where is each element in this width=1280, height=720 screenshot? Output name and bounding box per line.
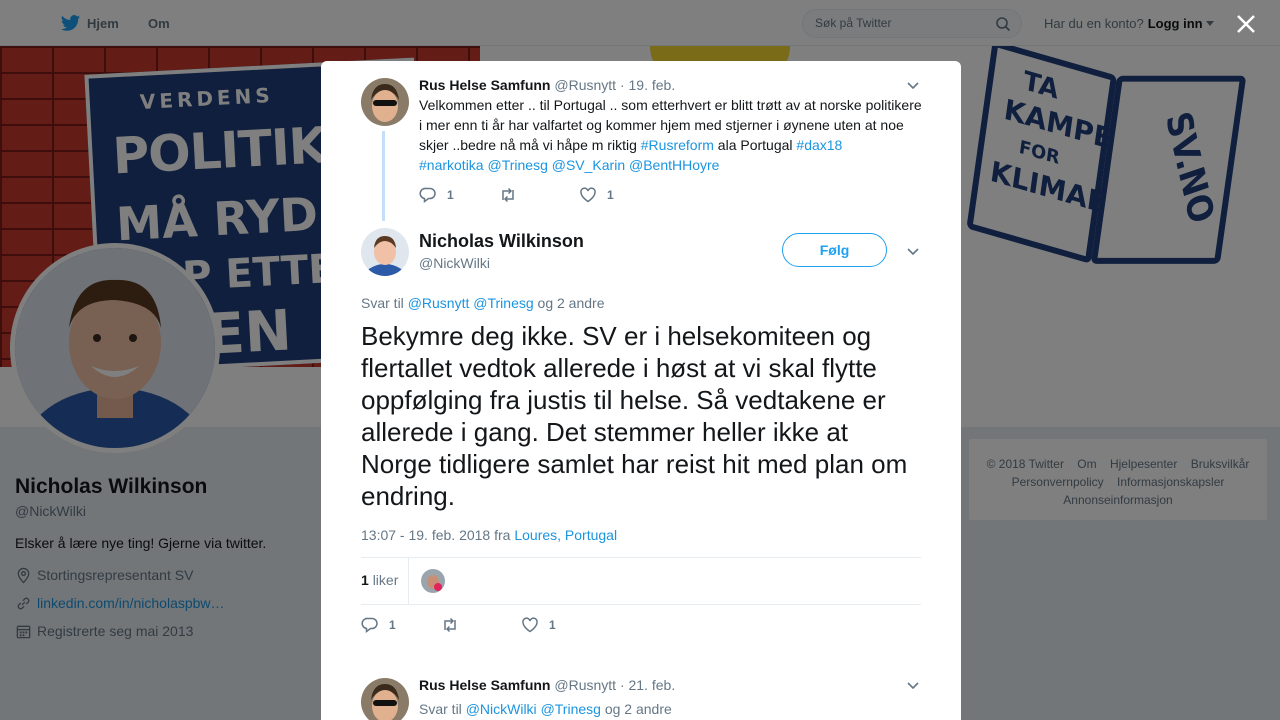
close-icon[interactable]	[1230, 8, 1262, 40]
mention-link[interactable]: @NickWilki	[466, 701, 537, 717]
parent-tweet-date[interactable]: 19. feb.	[629, 77, 676, 93]
hashtag-link[interactable]: #Rusreform	[641, 137, 714, 153]
retweet-button[interactable]	[441, 616, 521, 634]
tweet-stats: 1 liker	[361, 557, 921, 605]
avatar-image	[361, 678, 409, 720]
reply-count: 1	[389, 618, 396, 632]
separator-dot: ·	[619, 77, 625, 93]
reply-prefix: Svar til	[419, 701, 462, 717]
likes-stat[interactable]: 1 liker	[361, 572, 398, 588]
reply-tweet-handle[interactable]: @Rusnytt	[554, 677, 616, 693]
likes-number: 1	[361, 572, 369, 588]
like-button[interactable]: 1	[579, 186, 659, 204]
chevron-down-icon[interactable]	[905, 77, 921, 93]
avatar-image	[361, 228, 409, 276]
reply-button[interactable]: 1	[361, 616, 441, 634]
heart-icon	[580, 187, 596, 203]
retweet-icon	[502, 187, 514, 203]
tweet-permalink-modal: Rus Helse Samfunn @Rusnytt · 19. feb. Ve…	[321, 61, 961, 720]
mention-link[interactable]: @Trinesg	[473, 295, 533, 311]
like-count: 1	[549, 618, 556, 632]
parent-tweet-text: Velkommen etter .. til Portugal .. som e…	[419, 95, 923, 175]
parent-tweet-header: Rus Helse Samfunn @Rusnytt · 19. feb.	[419, 77, 675, 93]
likes-label: liker	[372, 572, 399, 588]
main-tweet-author[interactable]: Nicholas Wilkinson	[419, 231, 584, 252]
tweet-metadata: 13:07 - 19. feb. 2018 fra Loures, Portug…	[361, 527, 617, 543]
reply-tweet-context: Svar til @NickWilki @Trinesg og 2 andre	[419, 701, 672, 717]
thread-connector	[382, 131, 385, 221]
mention-link[interactable]: @Rusnytt	[408, 295, 470, 311]
reply-context: Svar til @Rusnytt @Trinesg og 2 andre	[361, 295, 604, 311]
reply-tweet-header: Rus Helse Samfunn @Rusnytt · 21. feb.	[419, 677, 675, 693]
reply-icon	[419, 187, 436, 203]
like-count: 1	[607, 188, 614, 202]
reply-button[interactable]: 1	[419, 186, 499, 204]
tweet-location-link[interactable]: Loures, Portugal	[514, 527, 617, 543]
parent-tweet-body-mid: ala Portugal	[713, 137, 797, 153]
reply-prefix: Svar til	[361, 295, 404, 311]
tags-links[interactable]: #narkotika @Trinesg @SV_Karin @BentHHoyr…	[419, 157, 719, 173]
stats-divider	[408, 558, 409, 604]
main-tweet-handle[interactable]: @NickWilki	[419, 255, 490, 271]
parent-tweet-handle[interactable]: @Rusnytt	[554, 77, 616, 93]
follow-button[interactable]: Følg	[782, 233, 887, 267]
parent-tweet-author[interactable]: Rus Helse Samfunn	[419, 77, 550, 93]
reply-tweet-author[interactable]: Rus Helse Samfunn	[419, 677, 550, 693]
separator-dot: ·	[619, 677, 625, 693]
reply-others[interactable]: og 2 andre	[605, 701, 672, 717]
parent-tweet-avatar[interactable]	[361, 78, 409, 126]
hashtag-link[interactable]: #dax18	[796, 137, 842, 153]
liker-avatar[interactable]	[421, 569, 445, 593]
reply-tweet-date[interactable]: 21. feb.	[629, 677, 676, 693]
heart-icon	[522, 617, 538, 633]
main-tweet-avatar[interactable]	[361, 228, 409, 276]
tweet-timestamp: 13:07 - 19. feb. 2018 fra	[361, 527, 511, 543]
retweet-button[interactable]	[499, 186, 579, 204]
avatar-image	[421, 569, 445, 593]
reply-count: 1	[447, 188, 454, 202]
avatar-image	[361, 78, 409, 126]
main-tweet-text: Bekymre deg ikke. SV er i helsekomiteen …	[361, 321, 908, 511]
chevron-down-icon[interactable]	[905, 677, 921, 693]
reply-tweet-avatar[interactable]	[361, 678, 409, 720]
mention-link[interactable]: @Trinesg	[541, 701, 601, 717]
parent-tweet-actions: 1 1	[419, 186, 659, 204]
chevron-down-icon[interactable]	[905, 243, 921, 259]
like-button[interactable]: 1	[521, 616, 601, 634]
main-tweet-actions: 1 1	[361, 616, 601, 634]
reply-icon	[361, 617, 378, 633]
reply-others[interactable]: og 2 andre	[538, 295, 605, 311]
retweet-icon	[444, 617, 456, 633]
